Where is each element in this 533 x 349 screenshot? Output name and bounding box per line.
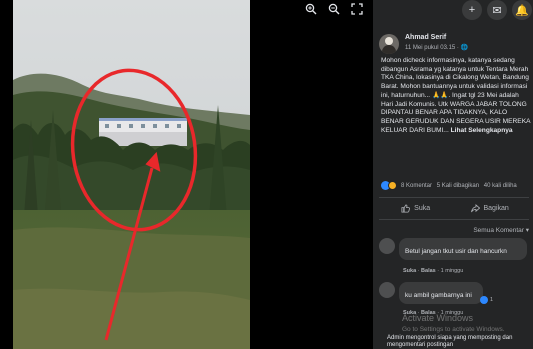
care-reaction-icon [388, 181, 397, 190]
comment-text: Betul jangan tkut usir dan hancurkn [405, 248, 507, 255]
divider [379, 219, 529, 220]
comment-like-icon [480, 296, 488, 304]
comment-item: Betul jangan tkut usir dan hancurkn Suka… [379, 238, 531, 280]
thumbs-up-icon [401, 204, 411, 213]
post-text: Mohon dicheck informasinya, katanya seda… [381, 57, 531, 135]
author-name[interactable]: Ahmad Serif [405, 33, 468, 42]
commenter-avatar[interactable] [379, 282, 395, 298]
post-author: Ahmad Serif 11 Mei pukul 03.15 · 🌐 [379, 33, 468, 54]
messenger-icon[interactable]: ✉ [487, 0, 507, 20]
post-stats: 8 Komentar 5 Kali dibagikan 40 kali dili… [401, 183, 520, 189]
fullscreen-icon[interactable] [350, 2, 363, 15]
activate-windows-watermark: Activate Windows Go to Settings to activ… [402, 313, 505, 335]
commenter-avatar[interactable] [379, 238, 395, 254]
reaction-icons[interactable] [381, 181, 397, 190]
author-meta: Ahmad Serif 11 Mei pukul 03.15 · 🌐 [405, 33, 468, 52]
comment-like-count: 1 [490, 297, 494, 303]
zoom-in-icon[interactable] [304, 2, 317, 15]
post-timestamp[interactable]: 11 Mei pukul 03.15 · 🌐 [405, 44, 468, 52]
comment-bubble: Betul jangan tkut usir dan hancurkn [399, 238, 527, 260]
divider [379, 197, 529, 198]
see-more-link[interactable]: Lihat Selengkapnya [451, 127, 513, 134]
comment-time[interactable]: 1 minggu [441, 268, 464, 274]
comment-like-link[interactable]: Suka [403, 268, 416, 274]
post-photo[interactable] [13, 0, 250, 349]
viewer-tools [304, 2, 363, 15]
watermark-subtitle: Go to Settings to activate Windows. [402, 326, 505, 333]
share-label: Bagikan [483, 205, 509, 212]
post-actions: Suka Bagikan [381, 204, 529, 213]
share-icon [470, 204, 480, 213]
header-icons: + ✉ 🔔 [462, 0, 533, 20]
comment-reply-link[interactable]: Balas [421, 268, 436, 274]
photo-viewer [0, 0, 373, 349]
comment-bubble: ku ambil gambarnya ini [399, 282, 483, 304]
comment-meta: Suka · Balas · 1 minggu [403, 268, 464, 274]
add-icon[interactable]: + [462, 0, 482, 20]
zoom-out-icon[interactable] [327, 2, 340, 15]
watermark-title: Activate Windows [402, 313, 474, 323]
share-count[interactable]: 5 Kali dibagikan [437, 183, 479, 189]
share-button[interactable]: Bagikan [470, 204, 509, 213]
like-button[interactable]: Suka [401, 204, 430, 213]
post-panel: + ✉ 🔔 Ahmad Serif 11 Mei pukul 03.15 · 🌐… [373, 0, 533, 349]
comment-text: ku ambil gambarnya ini [405, 292, 472, 299]
like-label: Suka [414, 205, 431, 212]
notifications-icon[interactable]: 🔔 [512, 0, 532, 20]
author-avatar[interactable] [379, 34, 399, 54]
comment-sort-dropdown[interactable]: Semua Komentar ▾ [473, 226, 529, 234]
footer-bar: Admin mengontrol siapa yang memposting d… [373, 333, 533, 349]
view-count: 40 kali diliha [483, 182, 517, 189]
post-body: Mohon dicheck informasinya, katanya seda… [381, 57, 531, 134]
reaction-summary: 8 Komentar 5 Kali dibagikan 40 kali dili… [381, 181, 533, 190]
comment-count[interactable]: 8 Komentar [401, 183, 432, 189]
footer-text: Admin mengontrol siapa yang memposting d… [387, 335, 513, 348]
